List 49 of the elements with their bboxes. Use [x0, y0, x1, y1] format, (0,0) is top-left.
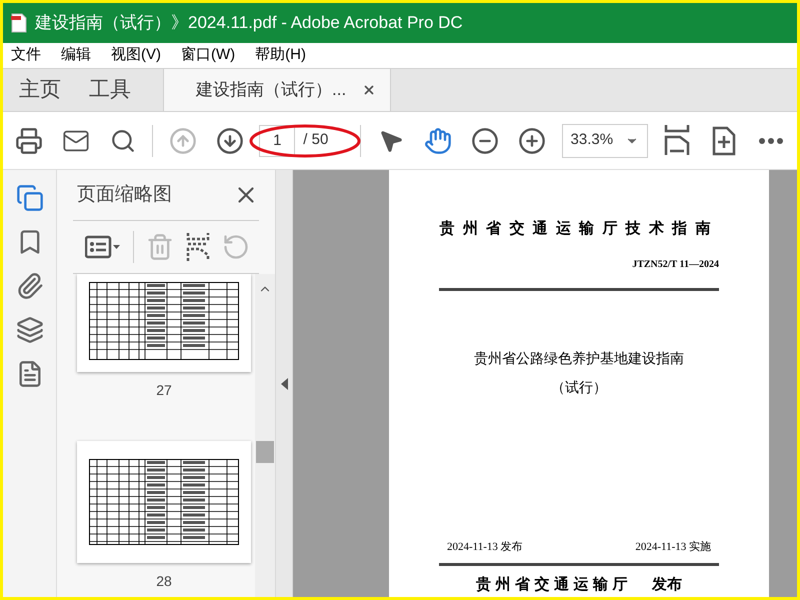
printer-icon — [14, 126, 43, 154]
document-header: 贵州省交通运输厅技术指南 — [439, 219, 719, 239]
arrow-down-icon — [216, 126, 244, 154]
hand-icon — [424, 126, 452, 154]
layers-icon[interactable] — [16, 316, 44, 344]
page-number: 28 — [156, 572, 172, 591]
nav-tab[interactable]: 主页 — [19, 74, 61, 106]
page-number-field[interactable]: 1 — [259, 124, 296, 156]
panel-title: 页面缩略图 — [77, 182, 172, 207]
window-title: 建设指南（试行）》2024.11.pdf - Adobe Acrobat Pro DC — [35, 12, 463, 34]
menu-item[interactable]: 帮助(H) — [255, 44, 306, 67]
issue-date: 2024-11-13 发布 — [447, 540, 523, 554]
more-icon — [759, 138, 784, 144]
fit-width-icon — [664, 124, 690, 156]
paperclip-icon[interactable] — [16, 272, 44, 300]
document-tab[interactable]: 建设指南（试行）... — [163, 69, 391, 111]
pages-icon[interactable] — [16, 184, 44, 212]
issuer-label: 发布 — [652, 576, 682, 595]
page-number: 27 — [156, 381, 172, 400]
zoom-out-icon — [470, 126, 499, 154]
zoom-dropdown[interactable]: 33.3% — [562, 124, 648, 158]
arrow-up-icon — [168, 126, 197, 154]
effective-date: 2024-11-13 实施 — [635, 540, 711, 554]
search-icon — [110, 128, 136, 154]
page-thumbnail[interactable] — [77, 274, 251, 372]
list-options-icon — [85, 235, 121, 259]
pdf-file-icon — [11, 13, 27, 33]
menu-item[interactable]: 窗口(W) — [181, 44, 236, 67]
insert-page-icon — [186, 233, 210, 261]
page-thumbnail[interactable] — [77, 441, 251, 563]
scroll-thumb[interactable] — [256, 441, 274, 463]
document-title: 贵州省公路绿色养护基地建设指南 — [473, 350, 685, 368]
trash-icon — [146, 233, 174, 261]
zoom-in-icon — [518, 126, 546, 154]
rotate-icon — [222, 233, 250, 261]
nav-tab[interactable]: 工具 — [89, 74, 131, 106]
page-count: / 50 — [303, 130, 328, 150]
issuer-name: 贵州省交通运输厅 — [476, 575, 632, 595]
options-button[interactable] — [85, 235, 121, 259]
menu-item[interactable]: 文件 — [11, 44, 41, 67]
close-icon[interactable] — [362, 83, 376, 97]
document-icon — [712, 126, 736, 156]
menu-item[interactable]: 编辑 — [61, 44, 91, 67]
document-subtitle: （试行） — [550, 380, 608, 398]
scrollbar[interactable] — [255, 274, 275, 597]
insert-page-button[interactable] — [186, 233, 210, 261]
collapse-arrow-icon[interactable] — [280, 378, 288, 390]
menu-item[interactable]: 视图(V) — [111, 44, 161, 67]
document-code: JTZN52/T 11—2024 — [632, 258, 719, 272]
